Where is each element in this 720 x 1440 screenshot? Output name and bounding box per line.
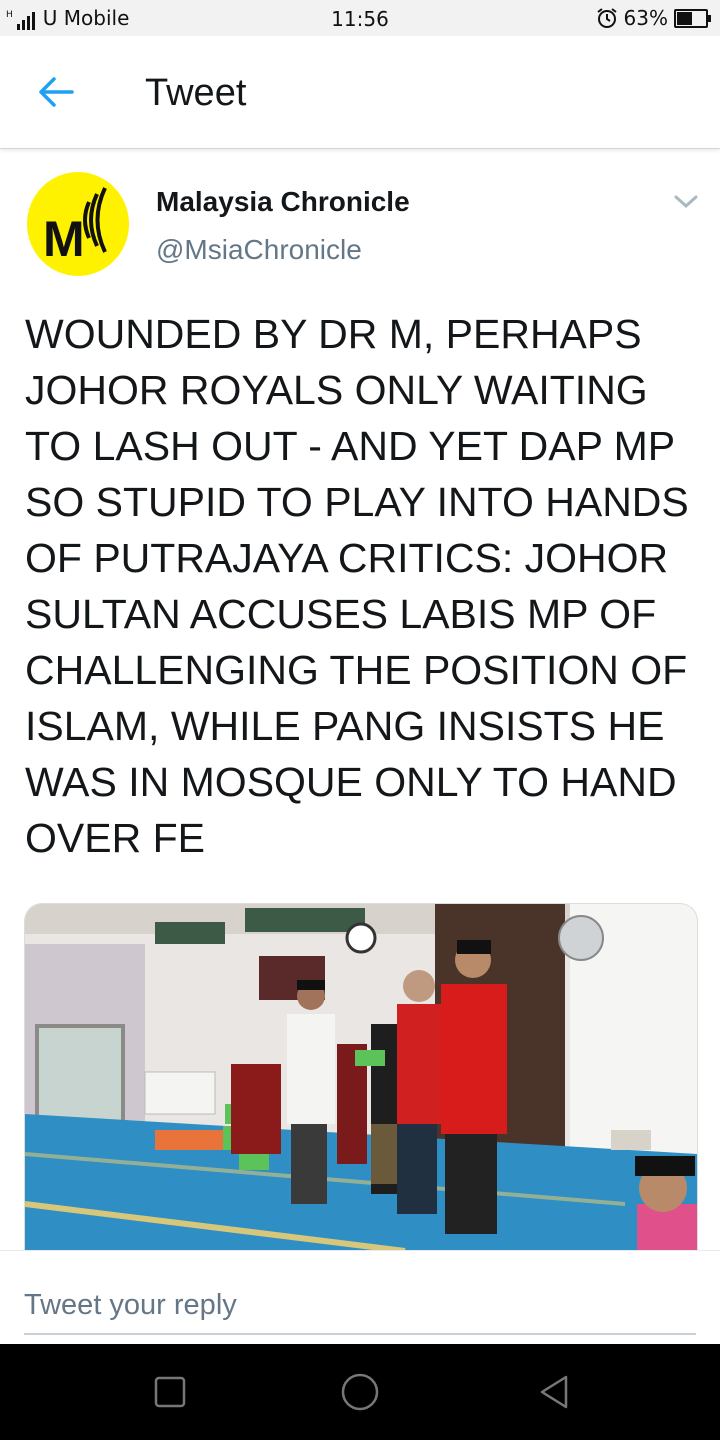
circle-icon [341,1373,379,1411]
reply-bar [0,1250,720,1345]
battery-percent: 63% [623,6,668,30]
alarm-clock-icon [596,8,617,28]
page-title: Tweet [145,72,247,114]
app-header: Tweet [0,36,720,149]
battery-icon [674,8,711,28]
recents-button[interactable] [150,1372,190,1412]
status-right: 63% [596,6,711,30]
system-nav-bar [0,1344,720,1440]
arrow-left-icon [39,77,74,107]
chevron-down-icon [674,195,698,209]
logo-icon: M [28,174,128,274]
avatar[interactable]: M [27,172,129,276]
triangle-back-icon [540,1375,568,1409]
tweet-media[interactable] [24,903,698,1251]
back-button[interactable] [36,74,76,110]
author-handle[interactable]: @MsiaChronicle [156,234,362,266]
tweet-text: WOUNDED BY DR M, PERHAPS JOHOR ROYALS ON… [25,311,689,861]
author-name[interactable]: Malaysia Chronicle [156,186,410,218]
back-nav-button[interactable] [534,1372,574,1412]
battery-fill [677,11,692,25]
tweet-menu-button[interactable] [672,192,700,212]
reply-input[interactable] [24,1277,696,1335]
svg-text:M: M [43,211,85,267]
square-icon [154,1376,186,1408]
home-button[interactable] [340,1372,380,1412]
media-photo [25,904,697,1251]
status-bar: H U Mobile 11:56 63% [0,0,720,36]
